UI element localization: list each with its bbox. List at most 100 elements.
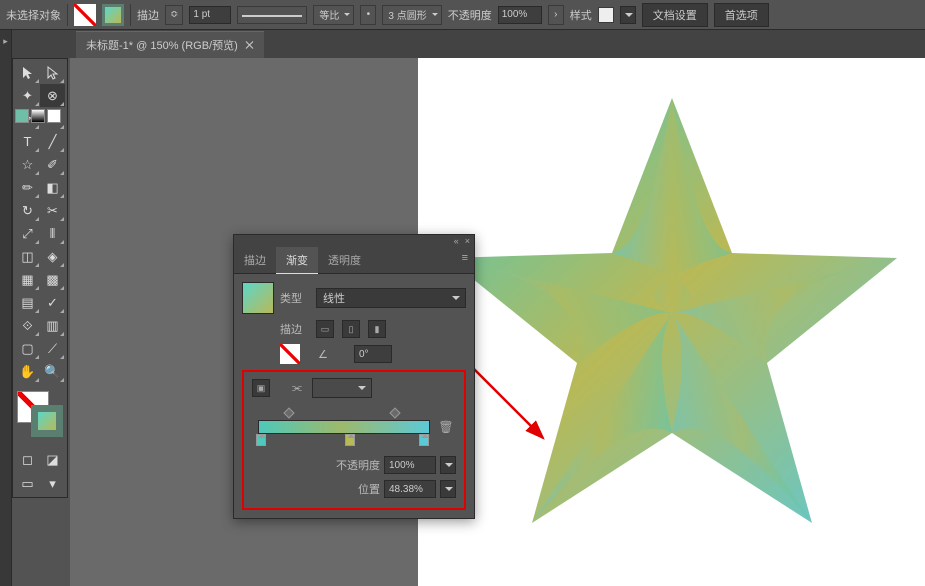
blend-tool[interactable]: ⟐ [15,314,40,337]
eraser-tool[interactable]: ◧ [40,176,65,199]
gradient-mode-swatch[interactable] [31,109,45,123]
tab-stroke[interactable]: 描边 [234,247,276,273]
trash-icon[interactable]: 🗑 [438,419,454,435]
stroke-along-icon[interactable]: ▯ [342,320,360,338]
stroke-color-swatch[interactable] [31,405,63,437]
style-dropdown[interactable] [620,6,636,24]
artboard-tool[interactable]: ▢ [15,337,40,360]
brush-dot-icon: • [360,5,376,25]
panel-header[interactable]: « × [234,235,474,247]
stroke-across-icon[interactable]: ▮ [368,320,386,338]
gradient-type-dropdown[interactable]: 线性 [316,288,466,308]
direct-selection-tool[interactable] [40,61,65,84]
rotate-tool[interactable]: ↻ [15,199,40,222]
angle-input[interactable] [354,345,392,363]
graphic-style-swatch[interactable] [598,7,614,23]
star-tool[interactable]: ☆ [15,153,40,176]
tools-panel: ✦ ⊗ ✒ ✎ T ╱ ☆ ✐ ✏ ◧ ↻ ✂ ⤢ ⫴ ◫ ◈ ▦ ▩ ▤ ✓ … [12,58,68,498]
gradient-bar[interactable] [258,420,430,434]
document-setup-button[interactable]: 文档设置 [642,3,708,27]
angle-icon: ∠ [318,348,348,361]
reverse-gradient-swatch[interactable] [280,344,300,364]
aspect-ratio-icon[interactable]: ▣ [252,379,270,397]
perspective-grid-tool[interactable]: ▦ [15,268,40,291]
draw-behind-icon[interactable]: ◪ [40,449,65,471]
variable-width-dropdown[interactable]: 等比 [313,5,354,25]
opacity-label: 不透明度 [448,7,492,23]
fill-swatch-none[interactable] [74,4,96,26]
opacity-field-label: 不透明度 [336,457,380,473]
scissors-tool[interactable]: ✂ [40,199,65,222]
midpoint-diamond[interactable] [283,407,294,418]
slice-tool[interactable]: ⟋ [40,337,65,360]
width-tool[interactable]: ⫴ [40,222,65,245]
document-tab[interactable]: 未标题-1* @ 150% (RGB/预览) [76,31,264,58]
stroke-profile-preview[interactable] [237,6,307,24]
stroke-within-icon[interactable]: ▭ [316,320,334,338]
gradient-panel: « × 描边 渐变 透明度 ≡ 类型 线性 描边 ▭ ▯ ▮ [233,234,475,519]
opacity-dropdown[interactable] [440,456,456,474]
color-stop-mid[interactable] [345,434,355,446]
stop-opacity-input[interactable] [384,456,436,474]
panel-menu-icon[interactable]: ≡ [456,247,474,273]
position-field-label: 位置 [358,481,380,497]
left-collapse-strip[interactable]: ▸ [0,30,12,586]
magic-wand-tool[interactable]: ✦ [15,84,40,107]
opacity-more-icon[interactable]: › [548,5,564,25]
artboard-canvas[interactable] [418,58,925,586]
workspace: « × 描边 渐变 透明度 ≡ 类型 线性 描边 ▭ ▯ ▮ [70,58,925,586]
lasso-tool[interactable]: ⊗ [40,84,65,107]
zoom-tool[interactable]: 🔍 [40,360,65,383]
stroke-stepper[interactable]: ≎ [165,5,183,25]
gradient-thumbnail[interactable] [242,282,274,314]
pencil-tool[interactable]: ✏ [15,176,40,199]
close-icon[interactable] [246,41,254,49]
free-transform-tool[interactable]: ◫ [15,245,40,268]
midpoint-diamond[interactable] [389,407,400,418]
color-stop-right[interactable] [419,434,429,446]
highlighted-region: ▣ ⫘ 🗑 不透明度 [242,370,466,510]
tab-gradient[interactable]: 渐变 [276,247,318,274]
gradient-slider[interactable]: 🗑 [252,406,456,450]
mesh-tool[interactable]: ▩ [40,268,65,291]
fill-stroke-block [15,389,65,447]
tab-transparency[interactable]: 透明度 [318,247,371,273]
position-dropdown[interactable] [440,480,456,498]
hand-tool[interactable]: ✋ [15,360,40,383]
selection-tool[interactable] [15,61,40,84]
color-mode-swatch[interactable] [15,109,29,123]
column-graph-tool[interactable]: ▥ [40,314,65,337]
style-label: 样式 [570,7,592,23]
panel-body: 类型 线性 描边 ▭ ▯ ▮ ∠ ▣ ⫘ [234,274,474,518]
stop-position-input[interactable] [384,480,436,498]
aspect-dropdown[interactable] [312,378,372,398]
document-tab-bar: 未标题-1* @ 150% (RGB/预览) [0,30,925,58]
opacity-input[interactable] [498,6,542,24]
type-label: 类型 [280,290,310,306]
tab-title: 未标题-1* @ 150% (RGB/预览) [86,37,238,53]
brush-dropdown[interactable]: 3 点圆形 [382,5,441,25]
scale-tool[interactable]: ⤢ [15,222,40,245]
none-mode-swatch[interactable] [47,109,61,123]
eyedropper-tool[interactable]: ✓ [40,291,65,314]
star-shape[interactable] [437,88,907,538]
collapse-icon[interactable]: « [454,236,459,246]
panel-tabs: 描边 渐变 透明度 ≡ [234,247,474,274]
screen-mode-icon[interactable]: ▭ [15,473,40,495]
stroke-swatch[interactable] [102,4,124,26]
draw-normal-icon[interactable]: ◻ [15,449,40,471]
type-tool[interactable]: T [15,130,40,153]
gradient-tool[interactable]: ▤ [15,291,40,314]
preferences-button[interactable]: 首选项 [714,3,769,27]
line-tool[interactable]: ╱ [40,130,65,153]
top-control-bar: 未选择对象 描边 ≎ 等比 • 3 点圆形 不透明度 › 样式 文档设置 首选项 [0,0,925,30]
stroke-weight-input[interactable] [189,6,231,24]
stroke-label: 描边 [137,7,159,23]
color-stop-left[interactable] [256,434,266,446]
shape-builder-tool[interactable]: ◈ [40,245,65,268]
screen-mode-toggle[interactable]: ▾ [40,473,65,495]
link-icon[interactable]: ⫘ [292,382,302,395]
expand-arrow-icon: ▸ [0,36,11,47]
paintbrush-tool[interactable]: ✐ [40,153,65,176]
close-icon[interactable]: × [465,236,470,246]
